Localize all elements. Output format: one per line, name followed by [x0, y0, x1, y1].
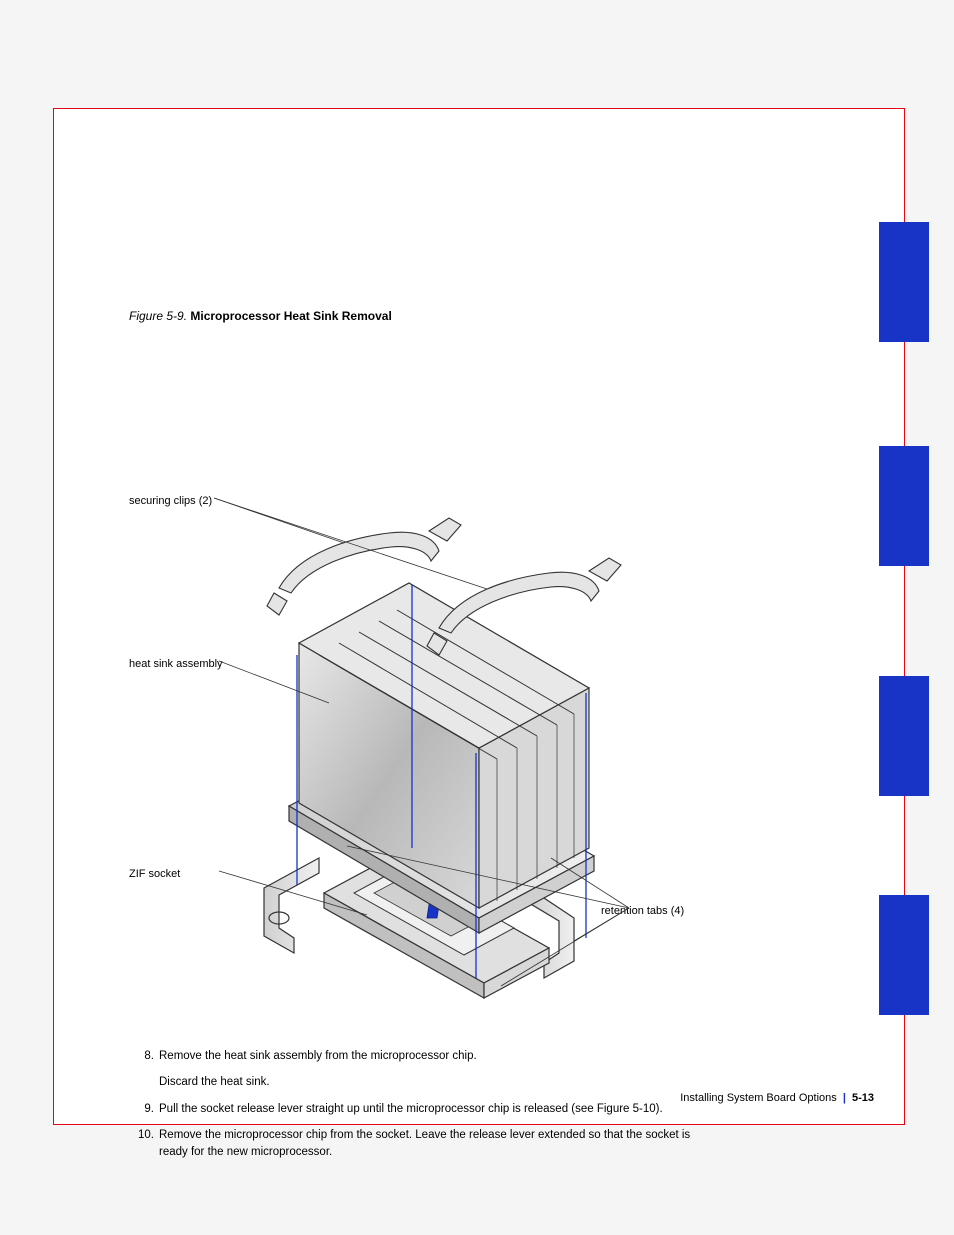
steps-list: 8. Remove the heat sink assembly from th…: [129, 1048, 709, 1161]
content-area: Figure 5-9. Microprocessor Heat Sink Rem…: [129, 309, 709, 1170]
side-tab-4: [879, 895, 929, 1015]
step-number: 9.: [129, 1101, 154, 1118]
side-tab-1: [879, 222, 929, 342]
retention-bracket-left: [264, 858, 319, 953]
side-tab-3: [879, 676, 929, 796]
callout-zif-socket: ZIF socket: [129, 868, 180, 881]
side-tab-2: [879, 446, 929, 566]
step-8: 8. Remove the heat sink assembly from th…: [159, 1048, 709, 1065]
figure-number: Figure 5-9.: [129, 309, 187, 323]
page-number: 5-13: [852, 1092, 874, 1104]
heatsink-illustration: [179, 443, 699, 1063]
heatsink-diagram: securing clips (2) heat sink assembly re…: [129, 333, 709, 1033]
step-text: Remove the microprocessor chip from the …: [159, 1129, 690, 1158]
figure-title: Microprocessor Heat Sink Removal: [190, 309, 391, 323]
page-footer: Installing System Board Options | 5-13: [680, 1092, 874, 1104]
heatsink-fins: [299, 583, 589, 908]
footer-separator: |: [840, 1092, 849, 1104]
figure-label: Figure 5-9. Microprocessor Heat Sink Rem…: [129, 309, 709, 323]
step-8b: Discard the heat sink.: [159, 1074, 709, 1091]
step-text: Discard the heat sink.: [159, 1076, 270, 1088]
step-10: 10. Remove the microprocessor chip from …: [159, 1127, 709, 1162]
step-9: 9. Pull the socket release lever straigh…: [159, 1101, 709, 1118]
step-number: 10.: [129, 1127, 154, 1144]
page-border: Figure 5-9. Microprocessor Heat Sink Rem…: [53, 108, 905, 1125]
footer-text: Installing System Board Options: [680, 1092, 837, 1104]
step-text: Remove the heat sink assembly from the m…: [159, 1050, 477, 1062]
step-number: 8.: [129, 1048, 154, 1065]
step-text: Pull the socket release lever straight u…: [159, 1103, 663, 1115]
